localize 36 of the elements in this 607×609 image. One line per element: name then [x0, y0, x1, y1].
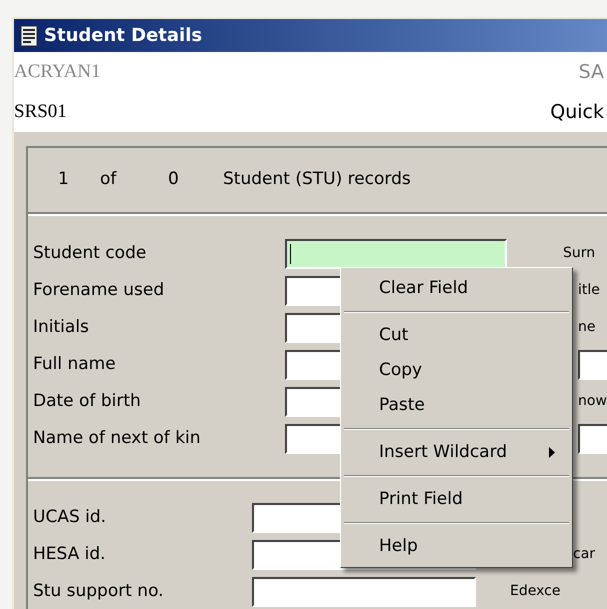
menu-item[interactable]: Help: [344, 529, 569, 564]
field-label: UCAS id.: [33, 506, 108, 529]
menu-item[interactable]: Cut: [344, 318, 569, 353]
input-field[interactable]: [285, 238, 507, 268]
record-number: 1: [58, 168, 70, 192]
field-label: now: [578, 392, 607, 411]
field-label: ne: [578, 318, 596, 337]
document-icon: [20, 24, 38, 46]
record-text: of: [100, 168, 118, 192]
header-text: Quick: [550, 100, 604, 125]
menu-item[interactable]: Clear Field: [344, 271, 569, 306]
menu-item[interactable]: Paste: [344, 388, 569, 423]
field-label: Initials: [33, 316, 90, 339]
window-title: Student Details: [44, 24, 202, 48]
record-text: Student (STU) records: [223, 168, 411, 192]
field-label: HESA id.: [33, 542, 107, 566]
menu-item[interactable]: Insert Wildcard: [344, 435, 569, 470]
header-text: SA: [578, 60, 604, 85]
input-field[interactable]: [252, 576, 476, 606]
field-label: Date of birth: [33, 390, 142, 413]
field-label: Forename used: [33, 278, 166, 302]
system-name: SRS01: [14, 100, 67, 124]
menu-item[interactable]: Print Field: [344, 482, 569, 517]
submenu-arrow-icon: [549, 447, 555, 458]
field-label: car: [573, 545, 596, 564]
text-caret: [290, 244, 291, 264]
field-label: Student code: [33, 242, 148, 265]
field-label: Full name: [33, 352, 117, 376]
record-count: 0: [168, 168, 180, 192]
field-label: itle: [578, 281, 600, 300]
field-label: Stu support no.: [33, 580, 165, 603]
menu-item[interactable]: Copy: [344, 353, 569, 388]
field-label: Name of next of kin: [33, 426, 202, 450]
field-label: Edexce: [510, 582, 560, 601]
user-name: ACRYAN1: [14, 60, 101, 84]
field-label: Surn: [563, 244, 596, 263]
